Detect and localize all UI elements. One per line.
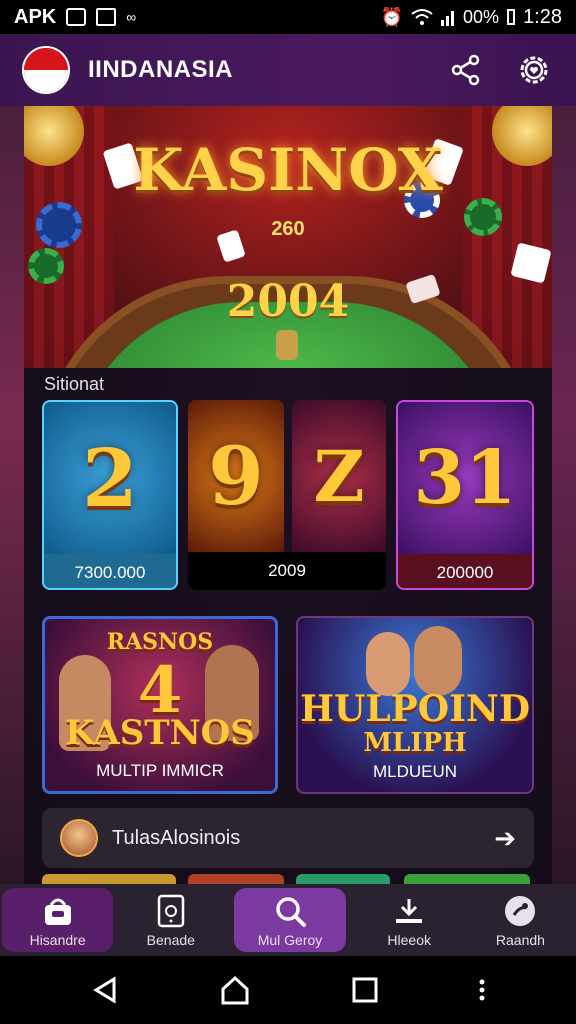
status-app-label: APK bbox=[14, 5, 57, 28]
promo-caption: MULTIP IMMICR bbox=[96, 761, 224, 780]
promo-headline: HULPOIND bbox=[299, 688, 531, 730]
wifi-icon bbox=[411, 9, 433, 25]
tutorial-label: TulasAlosinois bbox=[112, 826, 241, 849]
nav-profile[interactable]: Raandh bbox=[465, 884, 576, 956]
left-decoration bbox=[0, 106, 24, 886]
slot-value: 7300.000 bbox=[44, 554, 176, 588]
link-notification-icon: ∞ bbox=[126, 9, 138, 25]
back-icon[interactable] bbox=[90, 975, 120, 1005]
more-options-icon[interactable] bbox=[478, 979, 486, 1001]
app-brand-title: IINDANASIA bbox=[88, 56, 234, 83]
status-bar: APK ∞ ⏰ 00% 1:28 bbox=[0, 0, 576, 34]
promo-person-left bbox=[366, 632, 410, 696]
tutorial-row[interactable]: TulasAlosinois ➔ bbox=[42, 808, 534, 868]
promo-top-text: RASNOS bbox=[106, 629, 214, 655]
slot-value: 200000 bbox=[398, 554, 532, 588]
signal-icon bbox=[441, 11, 455, 26]
share-icon bbox=[451, 54, 480, 86]
share-button[interactable] bbox=[446, 50, 486, 90]
nav-download[interactable]: Hleeok bbox=[354, 884, 465, 956]
hero-score-top: 260 bbox=[271, 218, 305, 240]
section-title: Sitionat bbox=[44, 374, 105, 394]
hero-banner[interactable]: KASINOX 260 2004 bbox=[24, 106, 552, 368]
profile-circle-icon bbox=[502, 893, 538, 929]
battery-percent: 00% bbox=[463, 6, 500, 27]
download-icon bbox=[391, 893, 427, 929]
nav-search[interactable]: Mul Geroy bbox=[234, 888, 346, 952]
bag-notification-icon bbox=[96, 8, 117, 26]
bottom-navigation: Hisandre Benade Mul Geroy Hleeok Raandh bbox=[0, 884, 576, 956]
arrow-right-icon[interactable]: ➔ bbox=[494, 823, 516, 854]
tablet-icon bbox=[153, 893, 189, 929]
nav-label: Hleeok bbox=[387, 931, 431, 948]
promo-person-right bbox=[414, 626, 462, 696]
hero-title: KASINOX bbox=[133, 136, 443, 204]
slot-symbol: 9 bbox=[188, 400, 284, 552]
hero-score-main: 2004 bbox=[226, 276, 350, 327]
nav-tablet[interactable]: Benade bbox=[115, 884, 226, 956]
image-notification-icon bbox=[66, 8, 87, 26]
slot-shared-label: 2009 bbox=[188, 552, 386, 590]
alarm-icon: ⏰ bbox=[380, 6, 404, 27]
app-header: IINDANASIA bbox=[0, 34, 576, 106]
battery-icon bbox=[507, 9, 516, 25]
avatar bbox=[60, 819, 98, 857]
slot-symbol: 2 bbox=[44, 402, 176, 554]
nav-label: Benade bbox=[146, 931, 195, 948]
nav-home[interactable]: Hisandre bbox=[2, 888, 114, 952]
slot-symbol: Z bbox=[292, 400, 386, 552]
home-bag-icon bbox=[40, 893, 76, 929]
slot-value: 2009 bbox=[268, 561, 306, 580]
promo-card[interactable]: HULPOIND MLIPH MLDUEUN bbox=[296, 616, 534, 794]
nav-label: Raandh bbox=[495, 931, 545, 948]
right-decoration bbox=[552, 106, 576, 886]
system-navigation-bar bbox=[0, 956, 576, 1024]
gear-icon bbox=[520, 56, 548, 84]
nav-label: Mul Geroy bbox=[257, 931, 323, 948]
settings-button[interactable] bbox=[514, 50, 554, 90]
slot-card[interactable]: 2 7300.000 bbox=[42, 400, 178, 590]
country-flag-icon[interactable] bbox=[22, 46, 70, 94]
nav-label: Hisandre bbox=[29, 931, 86, 948]
search-icon bbox=[272, 893, 308, 929]
home-icon[interactable] bbox=[219, 975, 251, 1005]
app-screen: APK ∞ ⏰ 00% 1:28 IINDANASIA KASINOX 260 … bbox=[0, 0, 576, 1024]
clock: 1:28 bbox=[523, 5, 562, 28]
promo-card[interactable]: RASNOS 4 KASTNOS MULTIP IMMICR bbox=[42, 616, 278, 794]
slot-card[interactable]: 31 200000 bbox=[396, 400, 534, 590]
table-knob-icon bbox=[276, 330, 298, 360]
promo-headline: KASTNOS bbox=[65, 713, 255, 753]
slot-symbol: 31 bbox=[398, 402, 532, 554]
recents-icon[interactable] bbox=[351, 976, 379, 1004]
promo-headline-secondary: MLIPH bbox=[363, 728, 467, 758]
promo-caption: MLDUEUN bbox=[372, 762, 458, 781]
